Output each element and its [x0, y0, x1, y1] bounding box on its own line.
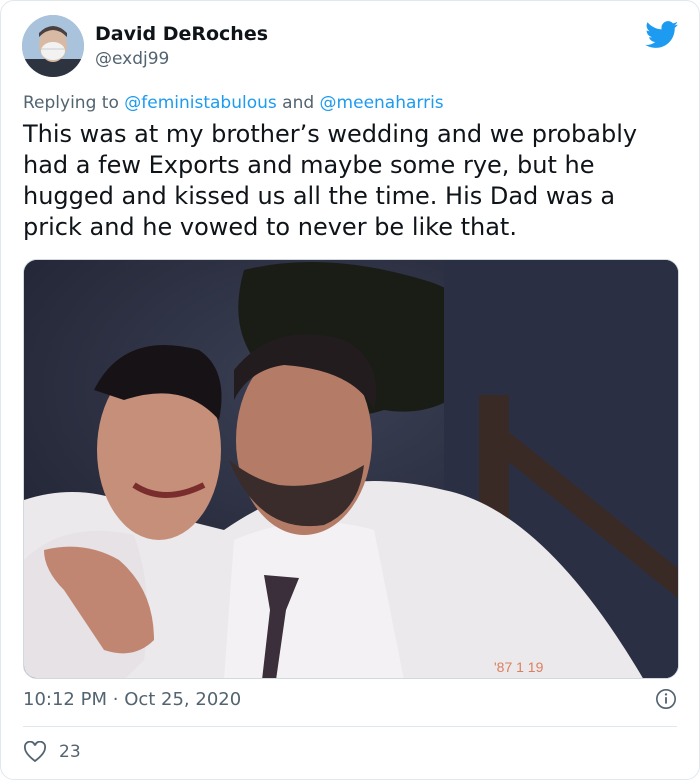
- reply-prefix: Replying to: [23, 93, 119, 113]
- divider: [23, 726, 677, 727]
- author-name[interactable]: David DeRoches: [95, 23, 268, 45]
- info-icon[interactable]: [655, 688, 677, 710]
- reply-joiner: and: [282, 93, 315, 113]
- wedding-photo-image: '87 1 19: [24, 260, 678, 678]
- mention-link[interactable]: @feministabulous: [124, 93, 277, 113]
- avatar-image: [22, 15, 84, 77]
- photo-date-stamp: '87 1 19: [494, 659, 544, 675]
- tweet-timestamp[interactable]: 10:12 PM · Oct 25, 2020: [23, 689, 241, 710]
- like-button[interactable]: 23: [23, 741, 81, 763]
- tweet-date: Oct 25, 2020: [124, 689, 242, 710]
- reply-context: Replying to @feministabulous and @meenah…: [23, 93, 444, 113]
- meta-separator: ·: [112, 689, 119, 710]
- like-count: 23: [59, 742, 81, 762]
- tweet-time: 10:12 PM: [23, 689, 107, 710]
- avatar[interactable]: [22, 15, 84, 77]
- mention-link[interactable]: @meenaharris: [320, 93, 444, 113]
- twitter-bird-icon[interactable]: [645, 21, 679, 49]
- heart-icon: [23, 741, 47, 763]
- author-handle[interactable]: @exdj99: [95, 49, 169, 69]
- tweet-photo[interactable]: '87 1 19: [23, 259, 679, 679]
- tweet-card: David DeRoches @exdj99 Replying to @femi…: [0, 0, 700, 780]
- tweet-text: This was at my brother’s wedding and we …: [23, 120, 638, 241]
